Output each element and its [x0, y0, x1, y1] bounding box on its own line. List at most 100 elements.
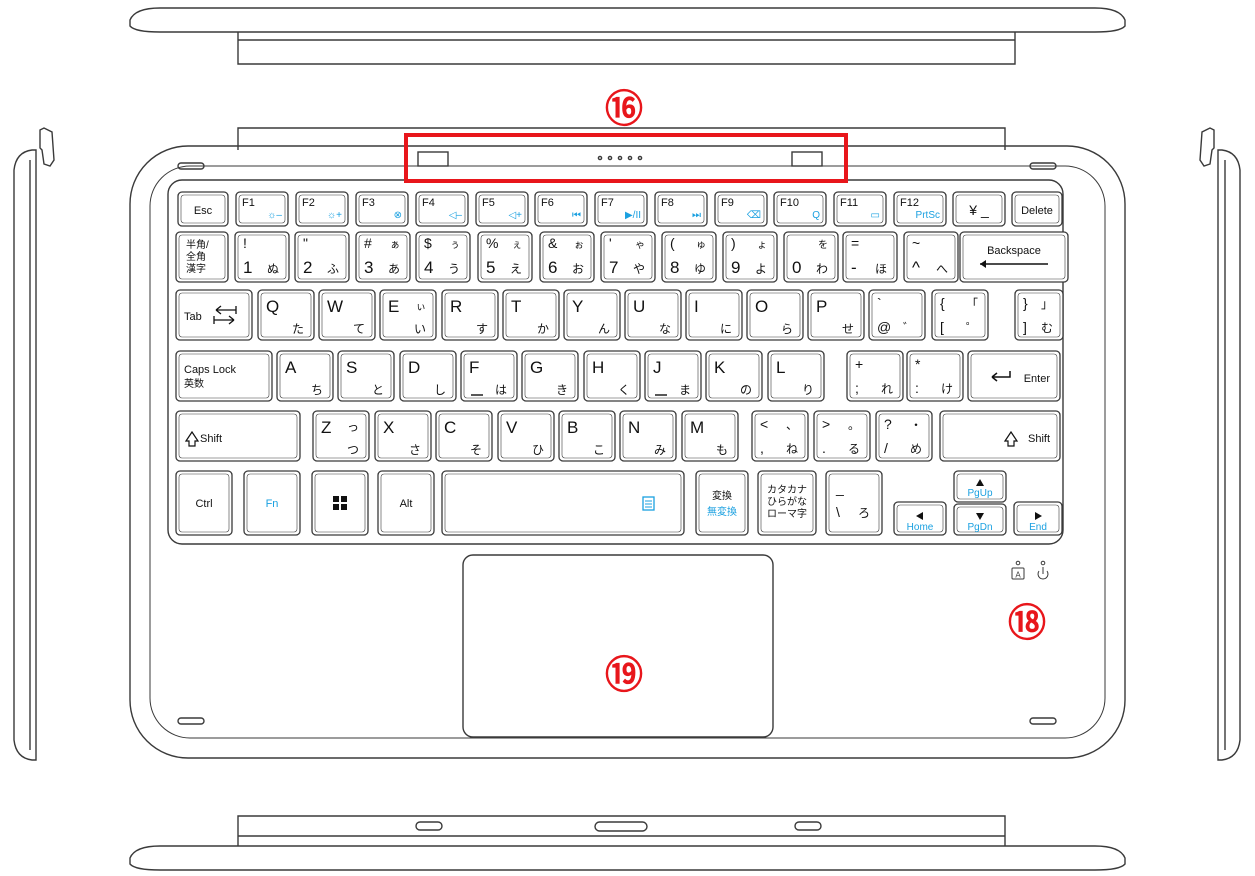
key-letter: F [469, 358, 479, 377]
key-row4-12[interactable]: Enter [967, 350, 1061, 402]
key-row2-9[interactable]: ) 9 よょ [722, 231, 778, 283]
key-row5-6[interactable]: Nみ [619, 410, 677, 462]
key-letter: G [530, 358, 543, 377]
key-row6-9[interactable]: PgUp [953, 470, 1007, 503]
key-row5-5[interactable]: Bこ [558, 410, 616, 462]
key-letter: Z [321, 418, 331, 437]
key-f2[interactable]: F2 ☼+ [295, 191, 349, 227]
key-row2-13[interactable]: Backspace [959, 231, 1069, 283]
key-row5-0[interactable]: Shift [175, 410, 301, 462]
key-kana: よ [755, 262, 767, 276]
key-row4-10[interactable]: +; れ [846, 350, 904, 402]
key--[interactable]: ¥ _ [952, 191, 1006, 227]
key-row5-1[interactable]: Z つっ [312, 410, 370, 462]
key-shift: } [1023, 295, 1028, 311]
key-row2-0[interactable]: 半角/全角漢字 [175, 231, 229, 283]
key-row5-8[interactable]: <, ね 、 [751, 410, 809, 462]
key-row2-11[interactable]: = - ほ [842, 231, 898, 283]
key-esc[interactable]: Esc [177, 191, 229, 227]
key-row4-8[interactable]: Kの [705, 350, 763, 402]
key-row3-1[interactable]: Qた [257, 289, 315, 341]
key-kana: け [941, 382, 953, 396]
key-row5-11[interactable]: Shift [939, 410, 1061, 462]
key-row6-11[interactable]: End [1013, 501, 1063, 536]
key-f10[interactable]: F10 Q [773, 191, 827, 227]
key-f12[interactable]: F12PrtSc [893, 191, 947, 227]
key-main: \ [836, 504, 840, 520]
key-row4-7[interactable]: Jま [644, 350, 702, 402]
key-row6-4[interactable] [441, 470, 685, 536]
key-shift: ? [884, 416, 892, 432]
key-row3-4[interactable]: Rす [441, 289, 499, 341]
key-label: Backspace [987, 245, 1041, 257]
key-row3-2[interactable]: Wて [318, 289, 376, 341]
key-row3-9[interactable]: Oら [746, 289, 804, 341]
key-row3-3[interactable]: E いぃ [379, 289, 437, 341]
key-row5-2[interactable]: Xさ [374, 410, 432, 462]
key-row6-6[interactable]: カタカナひらがなローマ字 [757, 470, 817, 536]
key-row4-0[interactable]: Caps Lock英数 [175, 350, 273, 402]
key-row2-5[interactable]: % 5 えぇ [477, 231, 533, 283]
key-row4-11[interactable]: *: け [906, 350, 964, 402]
key-row6-2[interactable] [311, 470, 369, 536]
key-row2-6[interactable]: & 6 おぉ [539, 231, 595, 283]
key-row6-10[interactable]: PgDn [953, 503, 1007, 536]
key-kana: あ [388, 262, 400, 276]
key-kana: ひ [532, 443, 544, 457]
key-row5-7[interactable]: Mも [681, 410, 739, 462]
key-row4-9[interactable]: Lり [767, 350, 825, 402]
key-delete[interactable]: Delete [1011, 191, 1063, 227]
key-main: . [822, 440, 826, 456]
key-row3-11[interactable]: ` @ ゛ [868, 289, 926, 341]
callout-18: ⑱ [1008, 603, 1046, 645]
key-row5-10[interactable]: ? / め ・ [875, 410, 933, 462]
key-row5-4[interactable]: Vひ [497, 410, 555, 462]
key-row5-3[interactable]: Cそ [435, 410, 493, 462]
key-f4[interactable]: F4 ◁– [415, 191, 469, 227]
key-kana-shift: ょ [757, 240, 767, 251]
key-row4-4[interactable]: Fは [460, 350, 518, 402]
key-row6-0[interactable]: Ctrl [175, 470, 233, 536]
key-row4-3[interactable]: Dし [399, 350, 457, 402]
key-row6-5[interactable]: 変換無変換 [695, 470, 749, 536]
key-row2-1[interactable]: ! 1 ぬ [234, 231, 290, 283]
key-row6-3[interactable]: Alt [377, 470, 435, 536]
key-row2-4[interactable]: $4 うぅ [415, 231, 471, 283]
key-row6-8[interactable]: Home [893, 501, 947, 536]
key-row2-7[interactable]: ' 7 やゃ [600, 231, 656, 283]
key-row6-7[interactable]: _ \ ろ [825, 470, 883, 536]
key-label: Alt [400, 498, 413, 510]
key-row2-10[interactable]: 0 わを [783, 231, 839, 283]
key-row2-3[interactable]: #3 あぁ [355, 231, 411, 283]
key-f5[interactable]: F5 ◁+ [475, 191, 529, 227]
key-row4-1[interactable]: Aち [276, 350, 334, 402]
key-row3-10[interactable]: Pせ [807, 289, 865, 341]
key-label: F3 [362, 197, 375, 209]
key-row5-9[interactable]: >. る 。 [813, 410, 871, 462]
key-row4-2[interactable]: Sと [337, 350, 395, 402]
key-row2-8[interactable]: (8 ゆゅ [661, 231, 717, 283]
key-row4-6[interactable]: Hく [583, 350, 641, 402]
key-row3-5[interactable]: Tか [502, 289, 560, 341]
key-row2-2[interactable]: " 2 ふ [294, 231, 350, 283]
key-f1[interactable]: F1 ☼– [235, 191, 289, 227]
key-label: F11 [840, 197, 858, 209]
key-kana: か [537, 322, 549, 336]
key-f3[interactable]: F3 ⊗ [355, 191, 409, 227]
key-row4-5[interactable]: Gき [521, 350, 579, 402]
key-row3-13[interactable]: }] む 」 [1014, 289, 1064, 341]
key-row3-12[interactable]: {[゜ 「 [931, 289, 989, 341]
key-row3-6[interactable]: Yん [563, 289, 621, 341]
key-row3-0[interactable]: Tab [175, 289, 253, 341]
key-kana: い [414, 322, 426, 336]
key-row3-7[interactable]: Uな [624, 289, 682, 341]
key-f9[interactable]: F9 ⌫ [714, 191, 768, 227]
key-row3-8[interactable]: Iに [685, 289, 743, 341]
key-main: 4 [424, 258, 433, 277]
key-f11[interactable]: F11 ▭ [833, 191, 887, 227]
key-row6-1[interactable]: Fn [243, 470, 301, 536]
key-row2-12[interactable]: ~ ^ へ [903, 231, 959, 283]
key-f6[interactable]: F6 ⏮ [534, 191, 588, 227]
key-f8[interactable]: F8 ⏭ [654, 191, 708, 227]
key-f7[interactable]: F7 ▶/II [594, 191, 648, 227]
